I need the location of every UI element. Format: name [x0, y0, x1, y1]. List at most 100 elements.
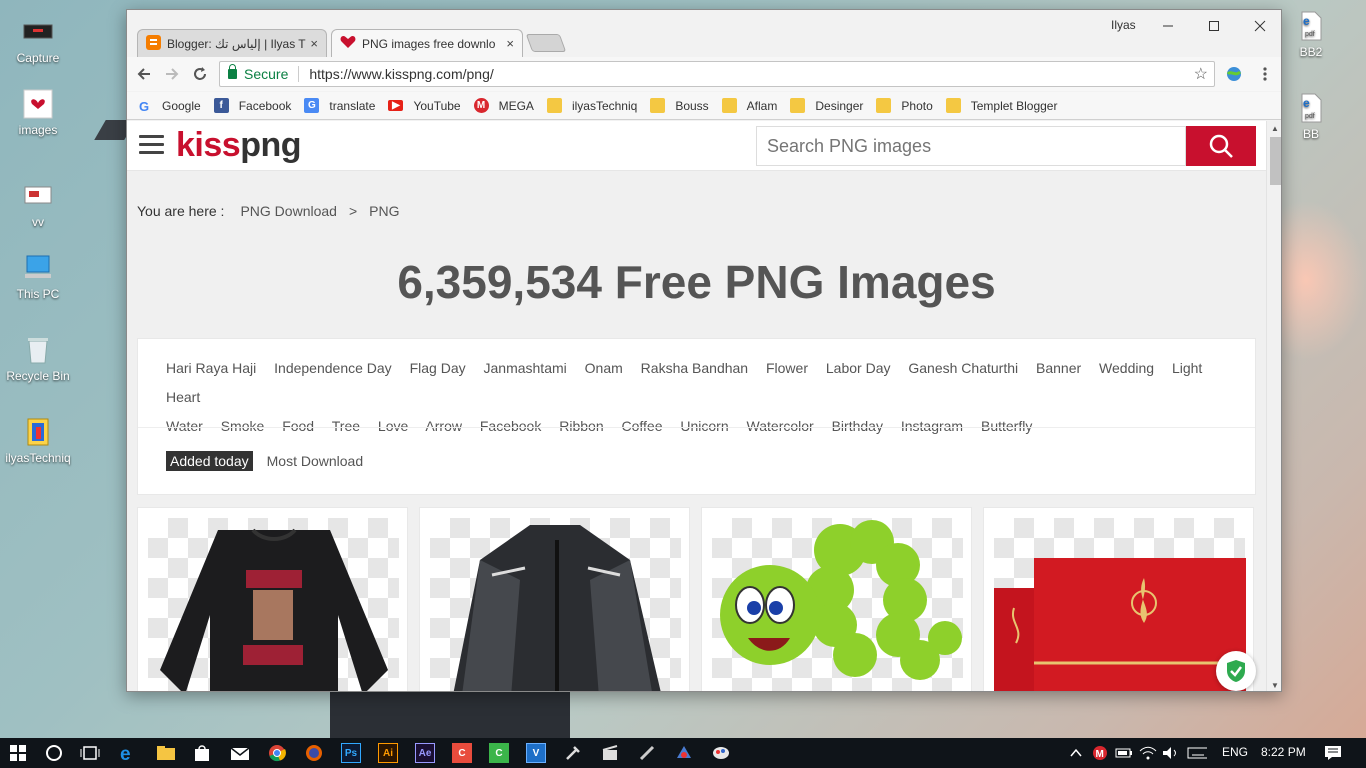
image-card-sweatshirt[interactable] [137, 507, 408, 691]
tag-link[interactable]: Janmashtami [484, 360, 567, 376]
desktop-icon-bb2[interactable]: e pdf BB2 [1274, 10, 1348, 59]
bookmark-star-icon[interactable]: ☆ [1194, 64, 1208, 84]
desktop-icon-capture[interactable]: Capture [1, 16, 75, 65]
vpn-icon[interactable] [674, 743, 694, 763]
bookmark-folder-ilyastechniq[interactable]: ilyasTechniq [546, 98, 637, 113]
tag-link[interactable]: Smoke [221, 418, 265, 434]
url-text[interactable]: https://www.kisspng.com/png/ [309, 66, 493, 82]
tag-link[interactable]: Light [1172, 360, 1202, 376]
mega-tray-icon[interactable]: M [1090, 743, 1110, 763]
tag-link[interactable]: Arrow [425, 418, 462, 434]
keyboard-icon[interactable] [1187, 743, 1207, 763]
tag-link[interactable]: Flower [766, 360, 808, 376]
paint-icon[interactable] [711, 743, 731, 763]
notification-icon[interactable] [1323, 743, 1343, 763]
wifi-icon[interactable] [1138, 743, 1158, 763]
language-indicator[interactable]: ENG [1222, 745, 1248, 759]
bookmark-folder-photo[interactable]: Photo [876, 98, 933, 113]
scroll-down-arrow-icon[interactable]: ▼ [1271, 681, 1279, 690]
bookmark-folder-desinger[interactable]: Desinger [790, 98, 863, 113]
tag-link[interactable]: Flag Day [410, 360, 466, 376]
secure-indicator[interactable]: Secure [228, 64, 288, 82]
tag-link[interactable]: Ganesh Chaturthi [908, 360, 1018, 376]
tag-link[interactable]: Coffee [622, 418, 663, 434]
tag-link[interactable]: Instagram [901, 418, 963, 434]
tag-link[interactable]: Banner [1036, 360, 1081, 376]
after-effects-icon[interactable]: Ae [415, 743, 435, 763]
search-input[interactable] [757, 127, 1177, 165]
chrome-menu-button[interactable] [1254, 63, 1276, 85]
back-button[interactable] [133, 63, 155, 85]
minimize-button[interactable] [1145, 12, 1191, 40]
scroll-up-arrow-icon[interactable]: ▲ [1271, 124, 1279, 133]
breadcrumb-link-png-download[interactable]: PNG Download [240, 203, 337, 219]
bookmark-translate[interactable]: G translate [304, 98, 375, 113]
tool-icon[interactable] [563, 743, 583, 763]
firefox-icon[interactable] [304, 743, 324, 763]
scrollbar-thumb[interactable] [1270, 137, 1281, 185]
tag-link[interactable]: Independence Day [274, 360, 392, 376]
tab-close-button[interactable]: × [310, 36, 318, 51]
tab-most-download[interactable]: Most Download [267, 453, 364, 469]
tag-link[interactable]: Heart [166, 389, 200, 405]
tag-link[interactable]: Water [166, 418, 203, 434]
reload-button[interactable] [189, 63, 211, 85]
tag-link[interactable]: Watercolor [747, 418, 814, 434]
tag-link[interactable]: Birthday [832, 418, 883, 434]
file-explorer-icon[interactable] [156, 743, 176, 763]
tag-link[interactable]: Hari Raya Haji [166, 360, 256, 376]
tag-link[interactable]: Facebook [480, 418, 541, 434]
address-bar[interactable]: Secure https://www.kisspng.com/png/ ☆ [219, 61, 1215, 87]
camtasia-recorder-icon[interactable]: C [489, 743, 509, 763]
bookmark-folder-templet-blogger[interactable]: Templet Blogger [945, 98, 1057, 113]
security-shield-button[interactable] [1216, 651, 1256, 691]
extension-button[interactable] [1223, 63, 1245, 85]
tab-added-today[interactable]: Added today [166, 451, 253, 471]
hamburger-menu-icon[interactable] [139, 135, 164, 155]
chrome-icon[interactable] [267, 743, 287, 763]
tag-link[interactable]: Labor Day [826, 360, 891, 376]
bookmark-folder-aflam[interactable]: Aflam [721, 98, 777, 113]
edge-icon[interactable]: e [118, 743, 138, 763]
desktop-icon-bb[interactable]: e pdf BB [1274, 92, 1348, 141]
tab-blogger[interactable]: Blogger: إلياس تك | Ilyas T × [137, 29, 327, 57]
image-card-jacket[interactable] [419, 507, 690, 691]
bookmark-google[interactable]: G Google [137, 98, 201, 113]
tag-link[interactable]: Butterfly [981, 418, 1032, 434]
search-button[interactable] [1186, 126, 1256, 166]
tag-link[interactable]: Tree [332, 418, 360, 434]
photoshop-icon[interactable]: Ps [341, 743, 361, 763]
tag-link[interactable]: Ribbon [559, 418, 603, 434]
desktop-icon-vv[interactable]: vv [1, 180, 75, 229]
bookmark-facebook[interactable]: f Facebook [213, 98, 291, 113]
movie-maker-icon[interactable] [600, 743, 620, 763]
close-window-button[interactable] [1237, 12, 1281, 40]
store-icon[interactable] [192, 743, 212, 763]
tag-link[interactable]: Wedding [1099, 360, 1154, 376]
illustrator-icon[interactable]: Ai [378, 743, 398, 763]
cortana-icon[interactable] [44, 743, 64, 763]
site-logo[interactable]: kisspng [176, 126, 301, 165]
desktop-icon-recycle-bin[interactable]: Recycle Bin [1, 334, 75, 383]
bookmark-folder-bouss[interactable]: Bouss [650, 98, 709, 113]
windows-start-icon[interactable] [8, 743, 28, 763]
chevron-up-icon[interactable] [1066, 743, 1086, 763]
desktop-icon-images[interactable]: images [1, 88, 75, 137]
tab-kisspng[interactable]: PNG images free downlo × [331, 29, 523, 57]
task-view-icon[interactable] [80, 743, 100, 763]
camtasia-icon[interactable]: C [452, 743, 472, 763]
clock[interactable]: 8:22 PM [1261, 745, 1306, 759]
page-viewport[interactable]: kisspng You are here : PNG Download > PN… [127, 121, 1281, 691]
maximize-button[interactable] [1191, 12, 1237, 40]
bookmark-mega[interactable]: M MEGA [473, 98, 534, 113]
volume-icon[interactable] [1161, 743, 1181, 763]
breadcrumb-link-png[interactable]: PNG [369, 203, 399, 219]
tag-link[interactable]: Raksha Bandhan [641, 360, 748, 376]
tag-link[interactable]: Unicorn [680, 418, 728, 434]
page-scrollbar[interactable]: ▲ ▼ [1266, 121, 1281, 691]
desktop-icon-this-pc[interactable]: This PC [1, 252, 75, 301]
desktop-icon-ilyastechniq[interactable]: ilyasTechniq [1, 416, 75, 465]
battery-icon[interactable] [1114, 743, 1134, 763]
pen-icon[interactable] [637, 743, 657, 763]
new-tab-button[interactable] [525, 34, 567, 52]
